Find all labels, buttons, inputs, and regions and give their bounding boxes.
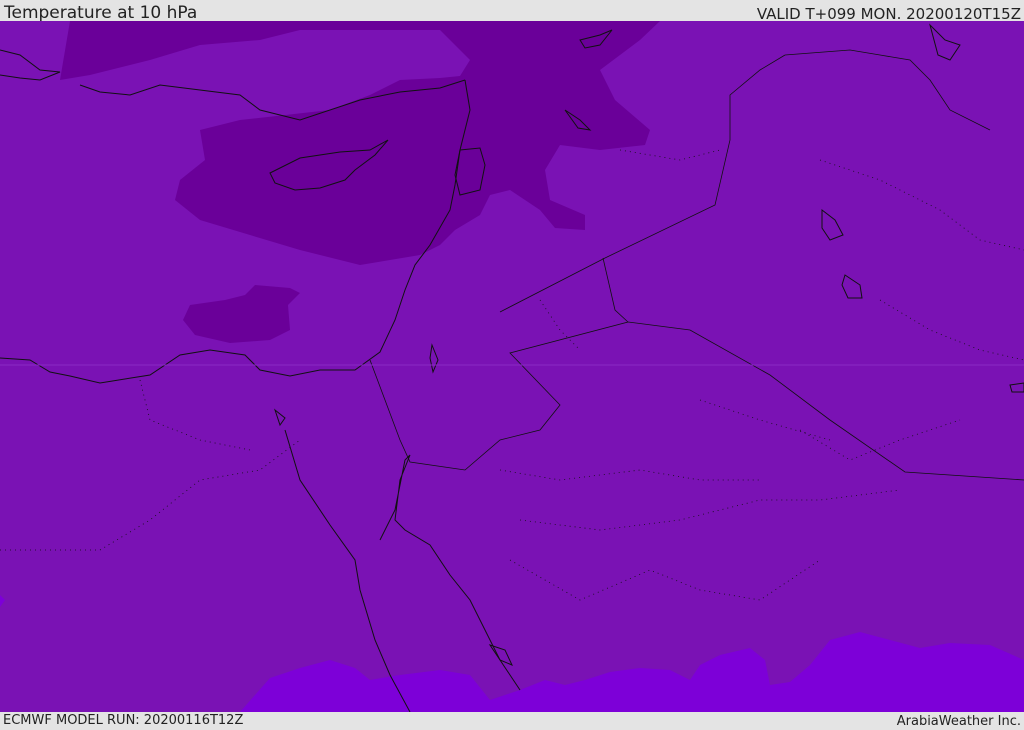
map-canvas[interactable] <box>0 21 1024 712</box>
model-run: ECMWF MODEL RUN: 20200116T12Z <box>3 713 244 728</box>
temperature-map <box>0 21 1024 712</box>
credit-label: ArabiaWeather Inc. <box>896 714 1021 729</box>
header-bar: Temperature at 10 hPa VALID T+099 MON. 2… <box>0 0 1024 23</box>
footer-bar: ECMWF MODEL RUN: 20200116T12Z ArabiaWeat… <box>0 712 1024 729</box>
